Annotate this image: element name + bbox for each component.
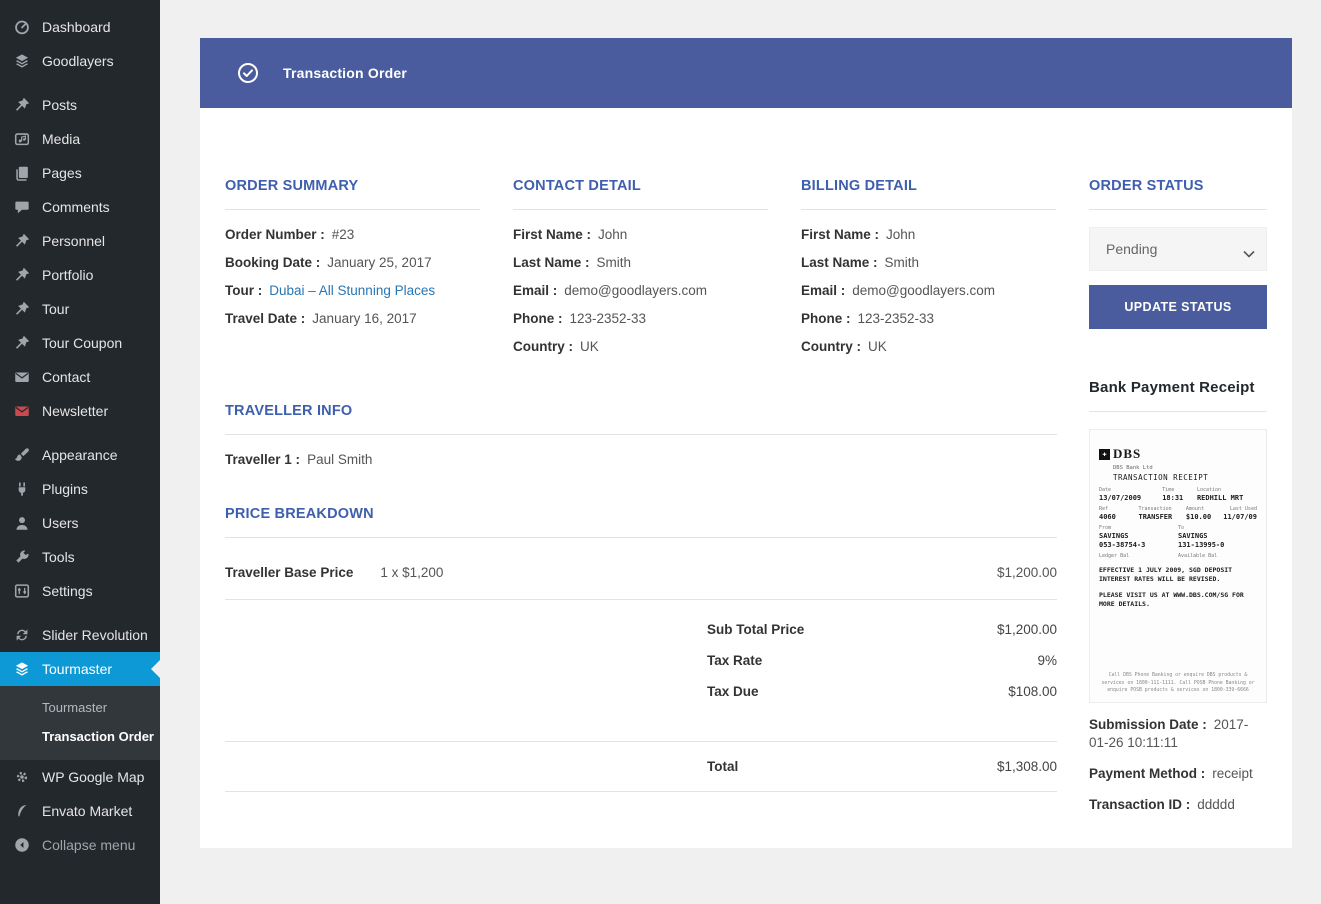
user-icon (12, 513, 32, 533)
sidebar-item-tour-coupon[interactable]: Tour Coupon (0, 326, 160, 360)
tour-row: Tour :Dubai – All Stunning Places (225, 283, 480, 299)
last-name-row: Last Name :Smith (513, 255, 768, 271)
sidebar-item-dashboard[interactable]: Dashboard (0, 10, 160, 44)
bank-payment-receipt-heading: Bank Payment Receipt (1089, 379, 1267, 412)
dbs-logo: ✚ DBS (1099, 446, 1257, 462)
admin-sidebar: Dashboard Goodlayers Posts Media Pages C… (0, 0, 160, 904)
section-contact-detail: CONTACT DETAIL First Name :John Last Nam… (513, 178, 768, 367)
section-heading: BILLING DETAIL (801, 178, 1056, 210)
sidebar-item-personnel[interactable]: Personnel (0, 224, 160, 258)
refresh-icon (12, 625, 32, 645)
envelope-icon (12, 367, 32, 387)
sidebar-item-plugins[interactable]: Plugins (0, 472, 160, 506)
pin-icon (12, 231, 32, 251)
pin-icon (12, 265, 32, 285)
update-status-button[interactable]: UPDATE STATUS (1089, 285, 1267, 329)
sidebar-item-tourmaster[interactable]: Tourmaster (0, 652, 160, 686)
country-row: Country :UK (513, 339, 768, 355)
subtotal-rows: Sub Total Price $1,200.00 Tax Rate 9% Ta… (225, 600, 1057, 741)
section-heading: ORDER SUMMARY (225, 178, 480, 210)
gear-icon (12, 767, 32, 787)
traveller-row: Traveller 1 :Paul Smith (225, 452, 1057, 468)
layers-icon (12, 659, 32, 679)
plug-icon (12, 479, 32, 499)
first-name-row: First Name :John (513, 227, 768, 243)
section-heading: ORDER STATUS (1089, 178, 1267, 210)
section-price-breakdown: PRICE BREAKDOWN Traveller Base Price 1 x… (225, 506, 1057, 792)
tourmaster-submenu: Tourmaster Transaction Order (0, 686, 160, 760)
sidebar-item-media[interactable]: Media (0, 122, 160, 156)
sidebar-item-wp-google-map[interactable]: WP Google Map (0, 760, 160, 794)
status-select-wrap: Pending (1089, 227, 1267, 271)
tax-rate-row: Tax Rate 9% (225, 653, 1057, 668)
panel-header: Transaction Order (200, 38, 1292, 108)
bank-receipt-image[interactable]: ✚ DBS DBS Bank Ltd TRANSACTION RECEIPT D… (1089, 429, 1267, 703)
transaction-id-row: Transaction ID :ddddd (1089, 796, 1267, 814)
order-number-row: Order Number :#23 (225, 227, 480, 243)
section-traveller-info: TRAVELLER INFO Traveller 1 :Paul Smith (225, 403, 1057, 480)
sidebar-item-contact[interactable]: Contact (0, 360, 160, 394)
total-amount: $1,308.00 (997, 759, 1057, 774)
first-name-row: First Name :John (801, 227, 1056, 243)
page-title: Transaction Order (283, 65, 407, 81)
section-heading: TRAVELLER INFO (225, 403, 1057, 435)
sidebar-item-envato-market[interactable]: Envato Market (0, 794, 160, 828)
phone-row: Phone :123-2352-33 (513, 311, 768, 327)
country-row: Country :UK (801, 339, 1056, 355)
pin-icon (12, 299, 32, 319)
media-icon (12, 129, 32, 149)
comment-icon (12, 197, 32, 217)
dashboard-icon (12, 17, 32, 37)
sidebar-item-pages[interactable]: Pages (0, 156, 160, 190)
pin-icon (12, 333, 32, 353)
section-order-summary: ORDER SUMMARY Order Number :#23 Booking … (225, 178, 480, 339)
wrench-icon (12, 547, 32, 567)
brush-icon (12, 445, 32, 465)
phone-row: Phone :123-2352-33 (801, 311, 1056, 327)
collapse-arrow-icon (12, 835, 32, 855)
leaf-icon (12, 801, 32, 821)
last-name-row: Last Name :Smith (801, 255, 1056, 271)
base-price-row: Traveller Base Price 1 x $1,200 $1,200.0… (225, 555, 1057, 599)
panel-body: ORDER SUMMARY Order Number :#23 Booking … (200, 108, 1292, 848)
submenu-item-tourmaster[interactable]: Tourmaster (0, 693, 160, 722)
email-row: Email :demo@goodlayers.com (513, 283, 768, 299)
sidebar-item-tour[interactable]: Tour (0, 292, 160, 326)
payment-method-row: Payment Method :receipt (1089, 765, 1267, 783)
check-circle-icon (237, 62, 259, 84)
sidebar-item-settings[interactable]: Settings (0, 574, 160, 608)
sidebar-item-comments[interactable]: Comments (0, 190, 160, 224)
sidebar-item-collapse-menu[interactable]: Collapse menu (0, 828, 160, 862)
pages-icon (12, 163, 32, 183)
tax-due-row: Tax Due $108.00 (225, 684, 1057, 699)
section-order-status: ORDER STATUS Pending UPDATE STATUS Bank … (1089, 178, 1267, 814)
sidebar-item-users[interactable]: Users (0, 506, 160, 540)
sliders-icon (12, 581, 32, 601)
sidebar-item-portfolio[interactable]: Portfolio (0, 258, 160, 292)
submenu-item-transaction-order[interactable]: Transaction Order (0, 722, 160, 751)
bank-payment-receipt-block: Bank Payment Receipt ✚ DBS DBS Bank Ltd … (1089, 379, 1267, 814)
total-row: Total $1,308.00 (225, 742, 1057, 791)
section-billing-detail: BILLING DETAIL First Name :John Last Nam… (801, 178, 1056, 367)
sidebar-item-appearance[interactable]: Appearance (0, 438, 160, 472)
section-heading: CONTACT DETAIL (513, 178, 768, 210)
email-row: Email :demo@goodlayers.com (801, 283, 1056, 299)
booking-date-row: Booking Date :January 25, 2017 (225, 255, 480, 271)
section-heading: PRICE BREAKDOWN (225, 506, 1057, 538)
sidebar-item-tools[interactable]: Tools (0, 540, 160, 574)
sidebar-item-goodlayers[interactable]: Goodlayers (0, 44, 160, 78)
sidebar-item-slider-revolution[interactable]: Slider Revolution (0, 618, 160, 652)
layers-icon (12, 51, 32, 71)
newsletter-envelope-icon (12, 401, 32, 421)
sub-total-row: Sub Total Price $1,200.00 (225, 622, 1057, 637)
transaction-order-panel: Transaction Order ORDER SUMMARY Order Nu… (200, 38, 1292, 848)
sidebar-item-newsletter[interactable]: Newsletter (0, 394, 160, 428)
base-price-amount: $1,200.00 (997, 565, 1057, 580)
tour-link[interactable]: Dubai – All Stunning Places (269, 283, 435, 298)
travel-date-row: Travel Date :January 16, 2017 (225, 311, 480, 327)
status-select[interactable]: Pending (1089, 227, 1267, 271)
sidebar-item-posts[interactable]: Posts (0, 88, 160, 122)
submission-date-row: Submission Date :2017-01-26 10:11:11 (1089, 716, 1267, 752)
pin-icon (12, 95, 32, 115)
